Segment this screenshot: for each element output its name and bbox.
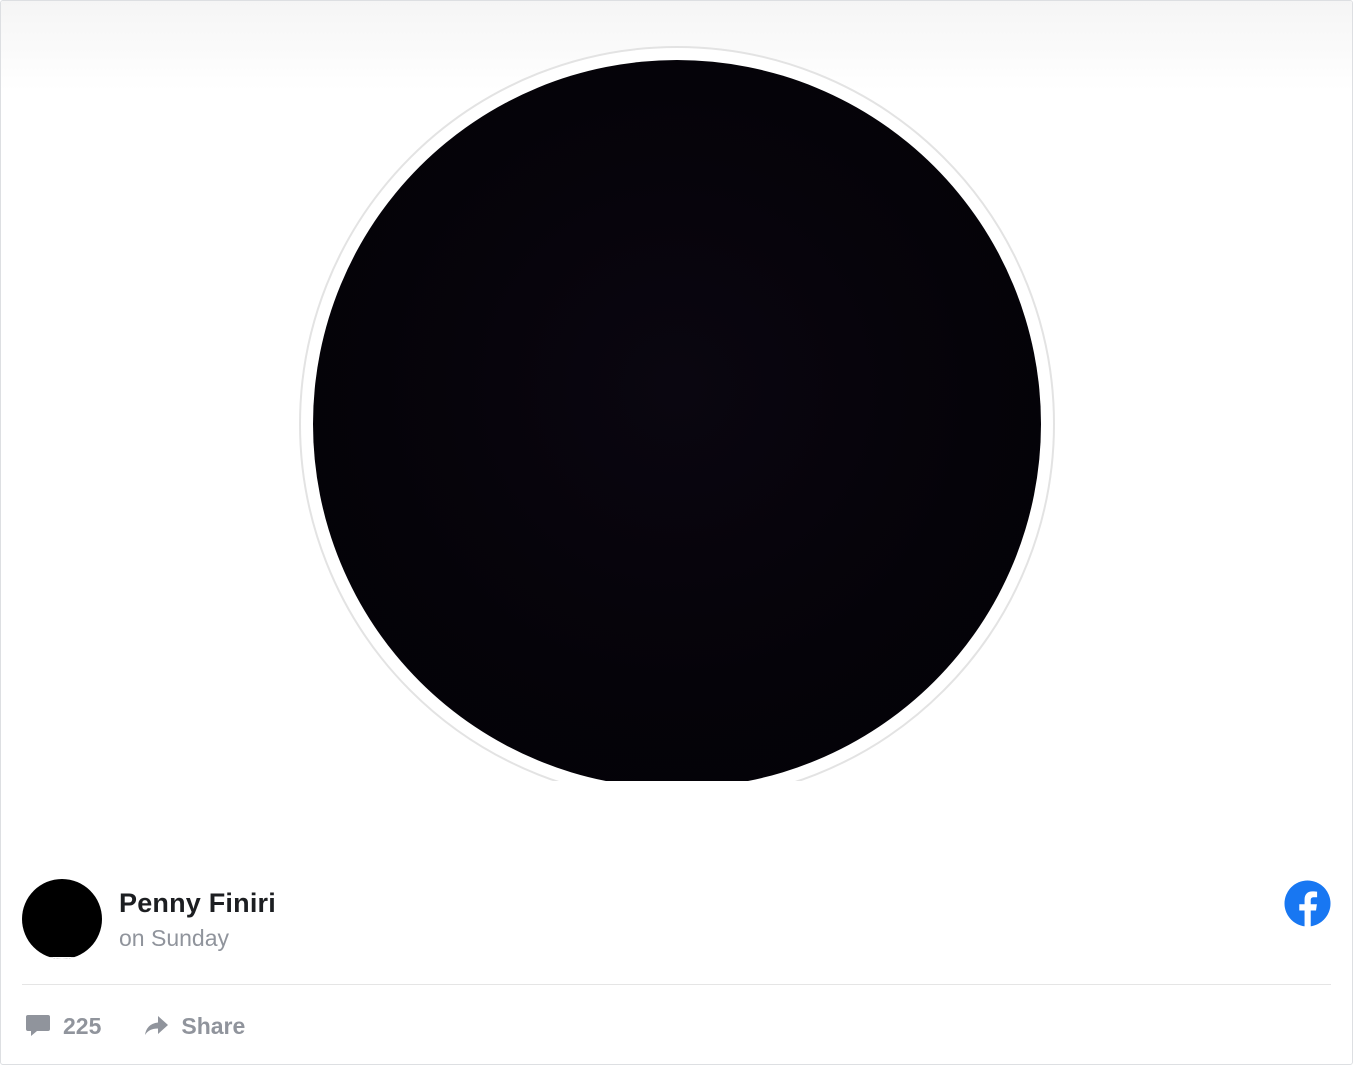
post-actions-bar: 225 Share bbox=[25, 1006, 245, 1046]
profile-photo[interactable] bbox=[313, 60, 1041, 788]
author-name[interactable]: Penny Finiri bbox=[119, 888, 276, 919]
avatar[interactable] bbox=[22, 879, 102, 959]
photo-bottom-edge bbox=[1, 781, 1352, 841]
post-author-row: Penny Finiri on Sunday bbox=[22, 879, 1331, 961]
comments-button[interactable]: 225 bbox=[25, 1013, 101, 1040]
facebook-post-embed: Penny Finiri on Sunday 225 Share bbox=[0, 0, 1353, 1065]
comment-bubble-icon bbox=[26, 1015, 50, 1036]
post-timestamp[interactable]: on Sunday bbox=[119, 925, 229, 952]
facebook-logo-icon[interactable] bbox=[1284, 880, 1331, 927]
actions-divider bbox=[22, 984, 1331, 985]
comment-count: 225 bbox=[63, 1012, 102, 1039]
share-label: Share bbox=[181, 1012, 246, 1039]
share-arrow-icon bbox=[145, 1016, 169, 1035]
share-button[interactable]: Share bbox=[143, 1013, 245, 1040]
post-media-area bbox=[1, 1, 1352, 841]
